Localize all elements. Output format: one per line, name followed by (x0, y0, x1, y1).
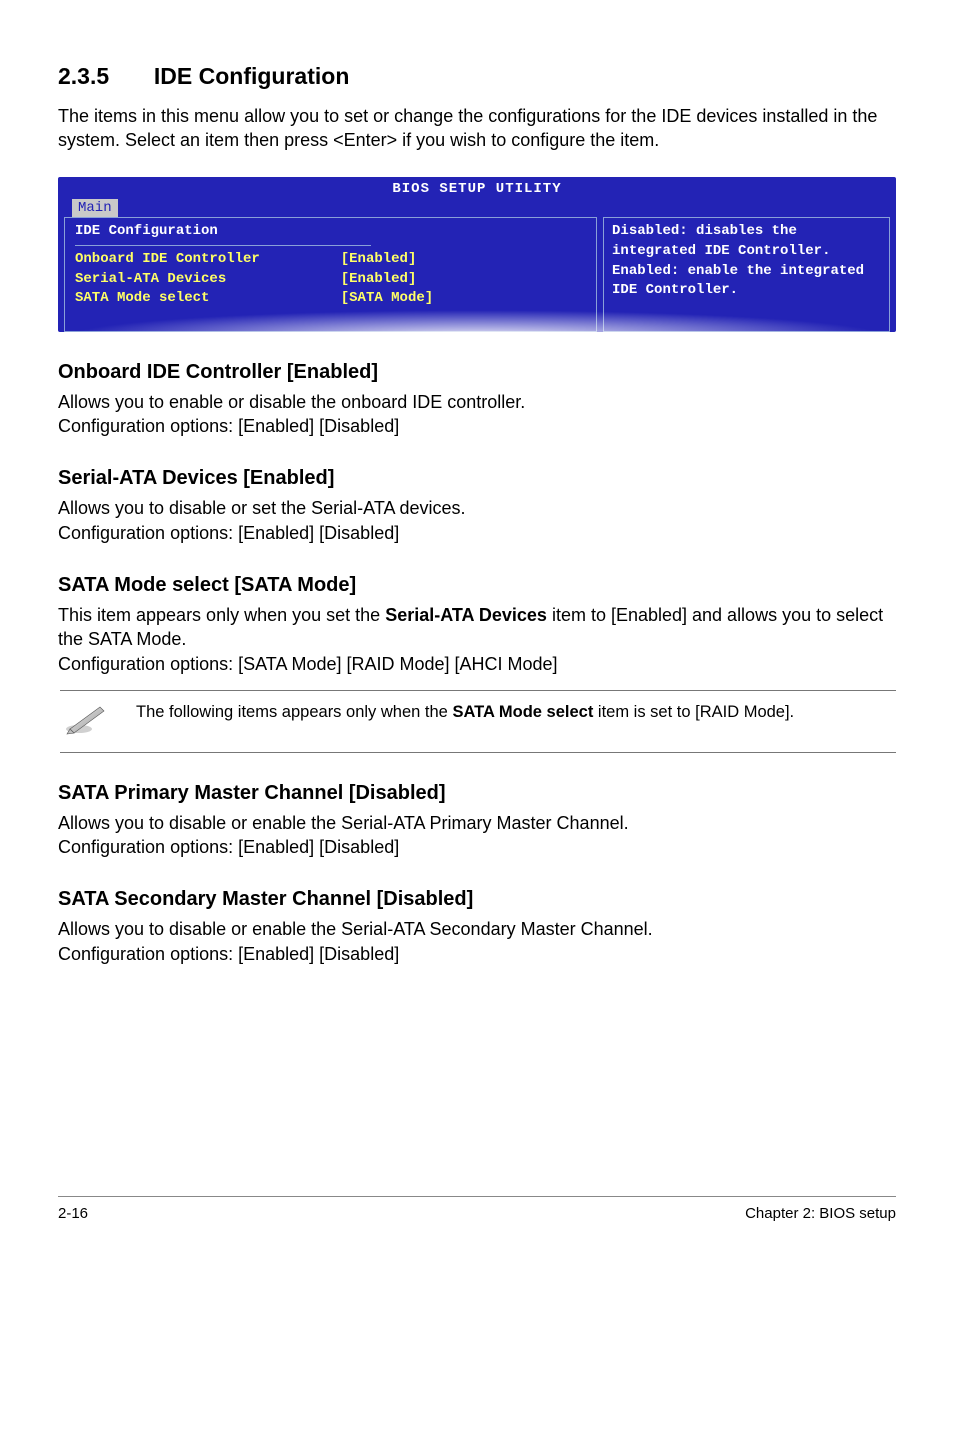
bios-row-value: [Enabled] (341, 270, 586, 290)
subsection-body: Allows you to disable or enable the Seri… (58, 811, 896, 860)
bios-help-panel: Disabled: disables the integrated IDE Co… (603, 217, 890, 331)
subsection-body: Allows you to disable or set the Serial-… (58, 496, 896, 545)
section-title: IDE Configuration (154, 60, 349, 92)
subsection-heading: Serial-ATA Devices [Enabled] (58, 464, 896, 492)
note-text: The following items appears only when th… (136, 701, 892, 723)
bios-row-label: SATA Mode select (75, 289, 341, 309)
bios-row: Onboard IDE Controller [Enabled] (75, 250, 586, 270)
intro-paragraph: The items in this menu allow you to set … (58, 104, 896, 153)
section-number: 2.3.5 (58, 60, 109, 92)
bios-row-label: Onboard IDE Controller (75, 250, 341, 270)
footer-chapter: Chapter 2: BIOS setup (745, 1203, 896, 1224)
bios-screenshot: BIOS SETUP UTILITY Main IDE Configuratio… (58, 177, 896, 332)
pencil-icon (64, 701, 108, 742)
subsection-heading: SATA Secondary Master Channel [Disabled] (58, 885, 896, 913)
section-heading: 2.3.5 IDE Configuration (58, 60, 896, 92)
bios-left-panel: IDE Configuration Onboard IDE Controller… (64, 217, 597, 331)
bios-row-value: [Enabled] (341, 250, 586, 270)
bios-row: SATA Mode select [SATA Mode] (75, 289, 586, 309)
subsection-heading: SATA Primary Master Channel [Disabled] (58, 779, 896, 807)
subsection-heading: Onboard IDE Controller [Enabled] (58, 358, 896, 386)
subsection-body: Allows you to disable or enable the Seri… (58, 917, 896, 966)
subsection-body: Allows you to enable or disable the onbo… (58, 390, 896, 439)
bios-row-value: [SATA Mode] (341, 289, 586, 309)
note-block: The following items appears only when th… (60, 690, 896, 753)
subsection-body: This item appears only when you set the … (58, 603, 896, 676)
bios-row: Serial-ATA Devices [Enabled] (75, 270, 586, 290)
footer-page-number: 2-16 (58, 1203, 88, 1224)
bios-tab-main: Main (72, 199, 118, 219)
bios-title: BIOS SETUP UTILITY (58, 177, 896, 200)
bios-divider (75, 245, 371, 246)
page-footer: 2-16 Chapter 2: BIOS setup (58, 1196, 896, 1224)
subsection-heading: SATA Mode select [SATA Mode] (58, 571, 896, 599)
bios-row-label: Serial-ATA Devices (75, 270, 341, 290)
bios-left-heading: IDE Configuration (75, 222, 586, 243)
bios-help-text: Disabled: disables the integrated IDE Co… (612, 222, 881, 300)
bios-tab-row: Main (58, 199, 896, 217)
